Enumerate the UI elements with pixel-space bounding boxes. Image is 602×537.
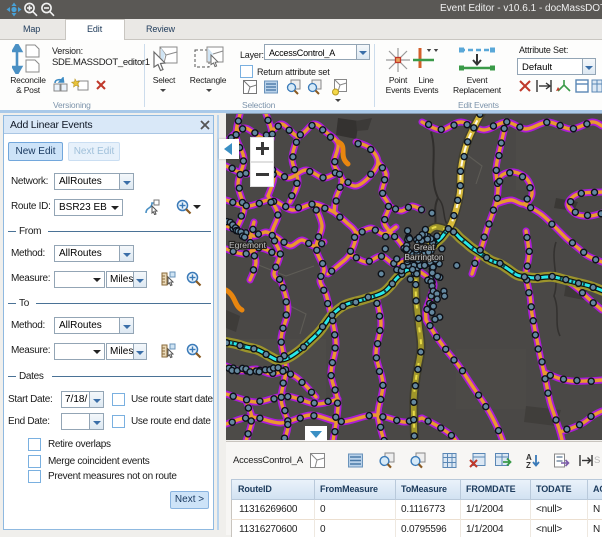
svg-text:Z: Z — [526, 461, 531, 470]
svg-text:Barrington: Barrington — [404, 252, 443, 262]
svg-text:Egremont: Egremont — [229, 240, 266, 250]
svg-text:Great: Great — [413, 242, 435, 252]
